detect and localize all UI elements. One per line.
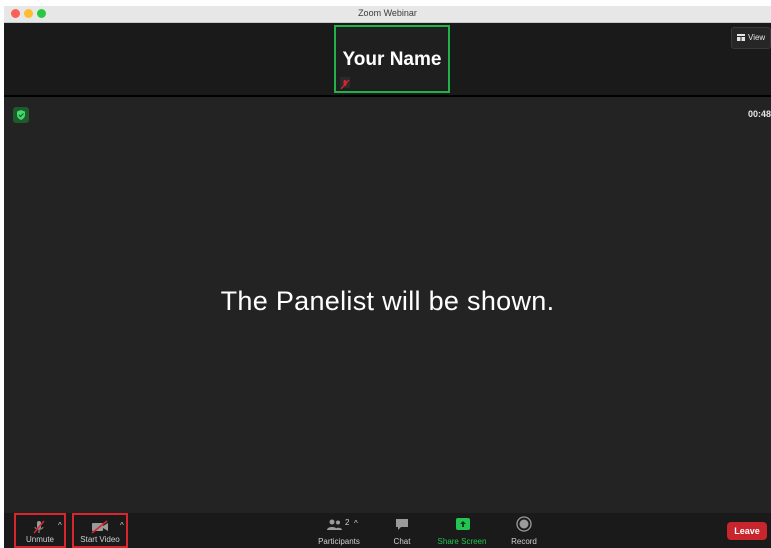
leave-button[interactable]: Leave — [727, 522, 767, 540]
title-bar: Zoom Webinar — [4, 6, 771, 23]
unmute-options-chevron-icon[interactable]: ^ — [58, 521, 62, 530]
record-icon — [516, 516, 532, 532]
participants-count: 2 — [345, 518, 350, 527]
participants-options-chevron-icon[interactable]: ^ — [354, 519, 358, 528]
start-video-label: Start Video — [80, 535, 120, 544]
unmute-button[interactable]: ^ Unmute — [14, 513, 66, 548]
share-screen-icon — [456, 518, 470, 530]
view-grid-icon — [737, 34, 745, 41]
main-stage: 00:48 The Panelist will be shown. — [4, 97, 771, 513]
start-video-button[interactable]: ^ Start Video — [72, 513, 128, 548]
self-name-label: Your Name — [342, 49, 442, 70]
participants-label: Participants — [318, 537, 360, 546]
video-options-chevron-icon[interactable]: ^ — [120, 521, 124, 530]
record-label: Record — [511, 537, 537, 546]
record-button[interactable]: Record — [504, 513, 544, 548]
share-screen-label: Share Screen — [437, 537, 487, 546]
panelist-message: The Panelist will be shown. — [220, 286, 555, 316]
participants-icon — [327, 519, 342, 530]
chat-label: Chat — [393, 537, 411, 546]
view-label: View — [748, 33, 766, 42]
meeting-toolbar: ^ Unmute ^ Start Video 2 ^ Participants — [4, 513, 771, 548]
muted-mic-icon — [33, 520, 45, 534]
window-title: Zoom Webinar — [358, 8, 417, 18]
unmute-label: Unmute — [25, 535, 54, 544]
muted-mic-icon — [340, 77, 350, 90]
share-screen-button[interactable]: Share Screen — [432, 513, 492, 548]
participants-button[interactable]: 2 ^ Participants — [311, 513, 367, 548]
self-video-tile[interactable]: Your Name — [334, 25, 450, 93]
video-off-icon — [91, 520, 108, 534]
zoom-window: Zoom Webinar Your Name View 00:48 The Pa… — [4, 6, 771, 548]
chat-icon — [396, 519, 408, 530]
view-button[interactable]: View — [731, 27, 771, 49]
thumbnail-strip: Your Name View — [4, 23, 771, 97]
security-shield-icon[interactable] — [13, 107, 29, 123]
meeting-timer: 00:48 — [747, 109, 771, 119]
chat-button[interactable]: Chat — [385, 513, 419, 548]
